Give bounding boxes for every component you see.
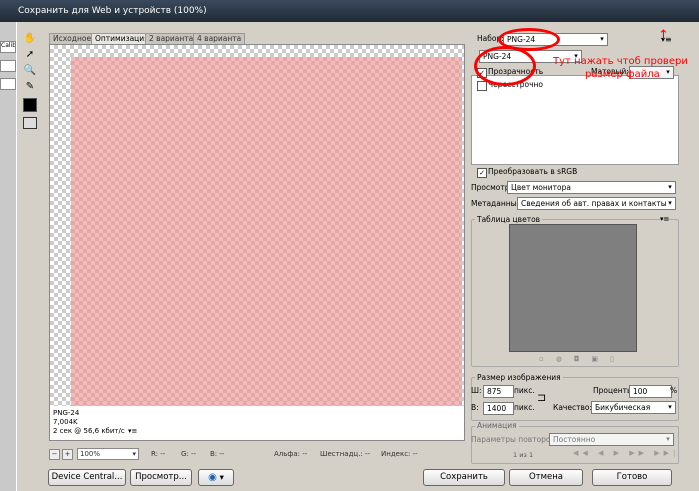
- loop-label: Параметры повторов:: [471, 435, 558, 444]
- zoom-icon[interactable]: 🔍: [23, 64, 37, 78]
- width-input[interactable]: 875: [483, 385, 514, 398]
- convert-srgb-checkbox[interactable]: ✓: [477, 168, 487, 178]
- readout-r: R: --: [151, 450, 166, 458]
- zoom-select[interactable]: 100% ▾: [77, 448, 139, 460]
- status-bar: − + 100% ▾ R: -- G: -- B: -- Альфа: -- Ш…: [46, 448, 464, 460]
- preview-label: Просмотр:: [471, 183, 513, 192]
- height-label: В:: [471, 403, 479, 412]
- loop-value: Постоянно: [553, 435, 596, 444]
- quality-select[interactable]: Бикубическая ▾: [591, 401, 676, 414]
- readout-g: G: --: [181, 450, 197, 458]
- device-central-button[interactable]: Device Central...: [48, 469, 126, 486]
- preview-value: Цвет монитора: [511, 183, 571, 192]
- zoom-value: 100%: [80, 450, 101, 458]
- done-button[interactable]: Готово: [592, 469, 672, 486]
- chevron-down-icon: ▾: [600, 35, 604, 43]
- frame-counter: 1 из 1: [513, 451, 534, 459]
- eyedropper-icon[interactable]: ✎: [23, 80, 37, 94]
- chevron-down-icon: ▾: [666, 68, 670, 76]
- animation-controls[interactable]: ◀◀ ◀ ▶ ▶▶ ▶▶|: [573, 449, 679, 457]
- quality-value: Бикубическая: [595, 403, 651, 412]
- zoom-out-icon[interactable]: −: [49, 449, 60, 460]
- browser-icon: ◉: [208, 472, 217, 483]
- animation-title: Анимация: [475, 421, 519, 431]
- preview-button[interactable]: Просмотр...: [130, 469, 192, 486]
- zoom-in-icon[interactable]: +: [62, 449, 73, 460]
- annotation-text-1: Тут нажать чтоб провери: [553, 56, 688, 67]
- chevron-down-icon: ▾: [668, 403, 672, 411]
- window-title: Сохранить для Web и устройств (100%): [18, 6, 207, 16]
- browser-preview-button[interactable]: ◉ ▾: [198, 469, 234, 486]
- height-units: пикс.: [514, 403, 535, 412]
- hand-icon[interactable]: ✋: [23, 32, 37, 46]
- chevron-down-icon: ▾: [216, 473, 224, 483]
- tab-4-up[interactable]: 4 варианта: [193, 33, 246, 44]
- speed-menu-icon[interactable]: ▾≡: [128, 427, 137, 436]
- color-table-menu-icon[interactable]: ▾≡: [660, 215, 669, 223]
- percent-input[interactable]: 100: [629, 385, 672, 398]
- slice-select-icon[interactable]: ➚: [23, 48, 37, 62]
- annotation-ring-format: [474, 46, 536, 86]
- percent-sign: %: [670, 386, 678, 395]
- font-field-fragment: Calib: [0, 41, 16, 53]
- cancel-button[interactable]: Отмена: [509, 469, 583, 486]
- annotation-arrow: ↑: [658, 28, 669, 43]
- color-table-swatch: [509, 224, 637, 352]
- chevron-down-icon: ▾: [666, 435, 670, 443]
- toggle-slices-icon[interactable]: [23, 117, 37, 129]
- metadata-value: Сведения об авт. правах и контакты: [521, 199, 667, 208]
- width-label: Ш:: [471, 386, 482, 395]
- metadata-label: Метаданные:: [471, 199, 524, 208]
- image-size-title: Размер изображения: [475, 373, 563, 383]
- tab-2-up[interactable]: 2 варианта: [145, 33, 198, 44]
- outer-app-strip: Calib: [0, 22, 16, 491]
- height-input[interactable]: 1400: [483, 402, 514, 415]
- outer-control-icon: [0, 60, 16, 72]
- info-speed: 2 сек @ 56,6 кбит/с: [53, 427, 125, 435]
- convert-srgb-label: Преобразовать в sRGB: [488, 167, 578, 176]
- eyedropper-color-icon[interactable]: [23, 98, 37, 112]
- readout-index: Индекс: --: [381, 450, 418, 458]
- loop-select[interactable]: Постоянно ▾: [549, 433, 674, 446]
- chevron-down-icon: ▾: [668, 199, 672, 207]
- readout-b: B: --: [210, 450, 225, 458]
- annotation-text-2: размер файла: [585, 69, 660, 80]
- chevron-down-icon: ▾: [132, 450, 136, 458]
- tab-original[interactable]: Исходное: [49, 33, 96, 44]
- readout-alpha: Альфа: --: [274, 450, 308, 458]
- quality-label: Качество:: [553, 403, 592, 412]
- outer-control-icon: [0, 78, 16, 90]
- interlaced-checkbox[interactable]: [477, 81, 487, 91]
- chain-link-icon[interactable]: ⊐: [537, 391, 546, 404]
- chevron-down-icon: ▾: [668, 183, 672, 191]
- width-units: пикс.: [514, 386, 535, 395]
- toolbox: ✋ ➚ 🔍 ✎: [20, 30, 42, 140]
- readout-hex: Шестнадц.: --: [320, 450, 371, 458]
- metadata-select[interactable]: Сведения об авт. правах и контакты ▾: [517, 197, 676, 210]
- preview-select[interactable]: Цвет монитора ▾: [507, 181, 676, 194]
- info-format: PNG-24: [53, 409, 80, 417]
- tab-optimized[interactable]: Оптимизация: [91, 33, 153, 44]
- title-bar: Сохранить для Web и устройств (100%): [0, 0, 699, 22]
- image-preview[interactable]: [49, 44, 465, 408]
- info-size: 7,004K: [53, 418, 78, 426]
- save-button[interactable]: Сохранить: [423, 469, 505, 486]
- optimization-info: PNG-24 7,004K 2 сек @ 56,6 кбит/с ▾≡: [49, 406, 465, 441]
- image-content: [71, 57, 462, 407]
- color-table-tools[interactable]: ▫◍◘▣▯: [539, 355, 626, 363]
